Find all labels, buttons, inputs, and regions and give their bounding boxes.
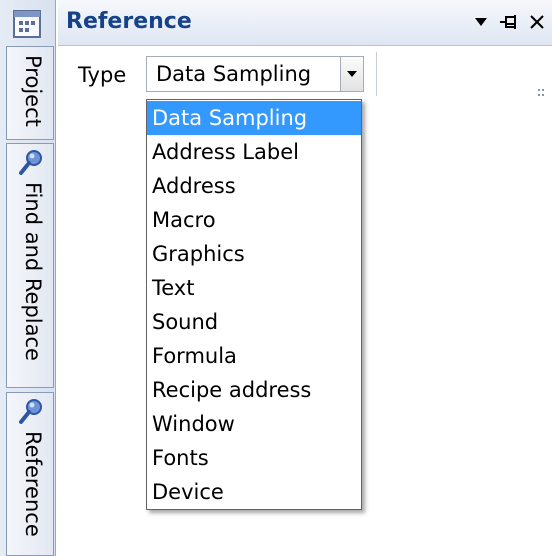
dropdown-option-fonts[interactable]: Fonts	[147, 441, 361, 475]
toolbar-separator	[376, 52, 377, 96]
type-combobox-value: Data Sampling	[156, 62, 312, 86]
dropdown-option-text[interactable]: Text	[147, 271, 361, 305]
toolbar-grip[interactable]	[538, 86, 546, 100]
dropdown-option-macro[interactable]: Macro	[147, 203, 361, 237]
panel-strip-icon	[10, 8, 46, 42]
dropdown-option-formula[interactable]: Formula	[147, 339, 361, 373]
type-combobox[interactable]: Data Sampling	[146, 56, 364, 92]
chevron-down-icon	[347, 70, 357, 77]
app-root: Project Find and Replace Reference Refer…	[0, 0, 552, 556]
dropdown-option-device[interactable]: Device	[147, 475, 361, 509]
dropdown-option-sound[interactable]: Sound	[147, 305, 361, 339]
combobox-dropdown-button[interactable]	[340, 57, 363, 91]
magnifier-icon	[17, 397, 45, 427]
close-icon[interactable]	[526, 9, 548, 35]
side-tab-reference-label: Reference	[21, 431, 45, 537]
triangle-down-icon[interactable]	[470, 9, 492, 35]
magnifier-icon	[17, 148, 45, 178]
type-dropdown-list: Data Sampling Address Label Address Macr…	[146, 99, 362, 510]
dropdown-option-address[interactable]: Address	[147, 169, 361, 203]
dropdown-option-window[interactable]: Window	[147, 407, 361, 441]
panel-title: Reference	[66, 9, 192, 34]
type-label: Type	[78, 63, 127, 87]
side-tab-project[interactable]: Project	[6, 46, 54, 140]
dropdown-option-recipe-address[interactable]: Recipe address	[147, 373, 361, 407]
reference-toolbar: Type Data Sampling	[58, 46, 552, 104]
pin-icon[interactable]	[498, 9, 520, 35]
panel-header-controls	[470, 8, 548, 36]
side-tab-find-and-replace[interactable]: Find and Replace	[6, 143, 54, 388]
dropdown-option-data-sampling[interactable]: Data Sampling	[147, 101, 361, 135]
side-tab-reference[interactable]: Reference	[6, 392, 54, 556]
dropdown-option-graphics[interactable]: Graphics	[147, 237, 361, 271]
side-tab-strip: Project Find and Replace Reference	[0, 0, 56, 556]
side-tab-find-and-replace-label: Find and Replace	[21, 182, 45, 361]
side-tab-project-label: Project	[21, 55, 45, 127]
dropdown-option-address-label[interactable]: Address Label	[147, 135, 361, 169]
panel-header: Reference	[58, 0, 552, 46]
